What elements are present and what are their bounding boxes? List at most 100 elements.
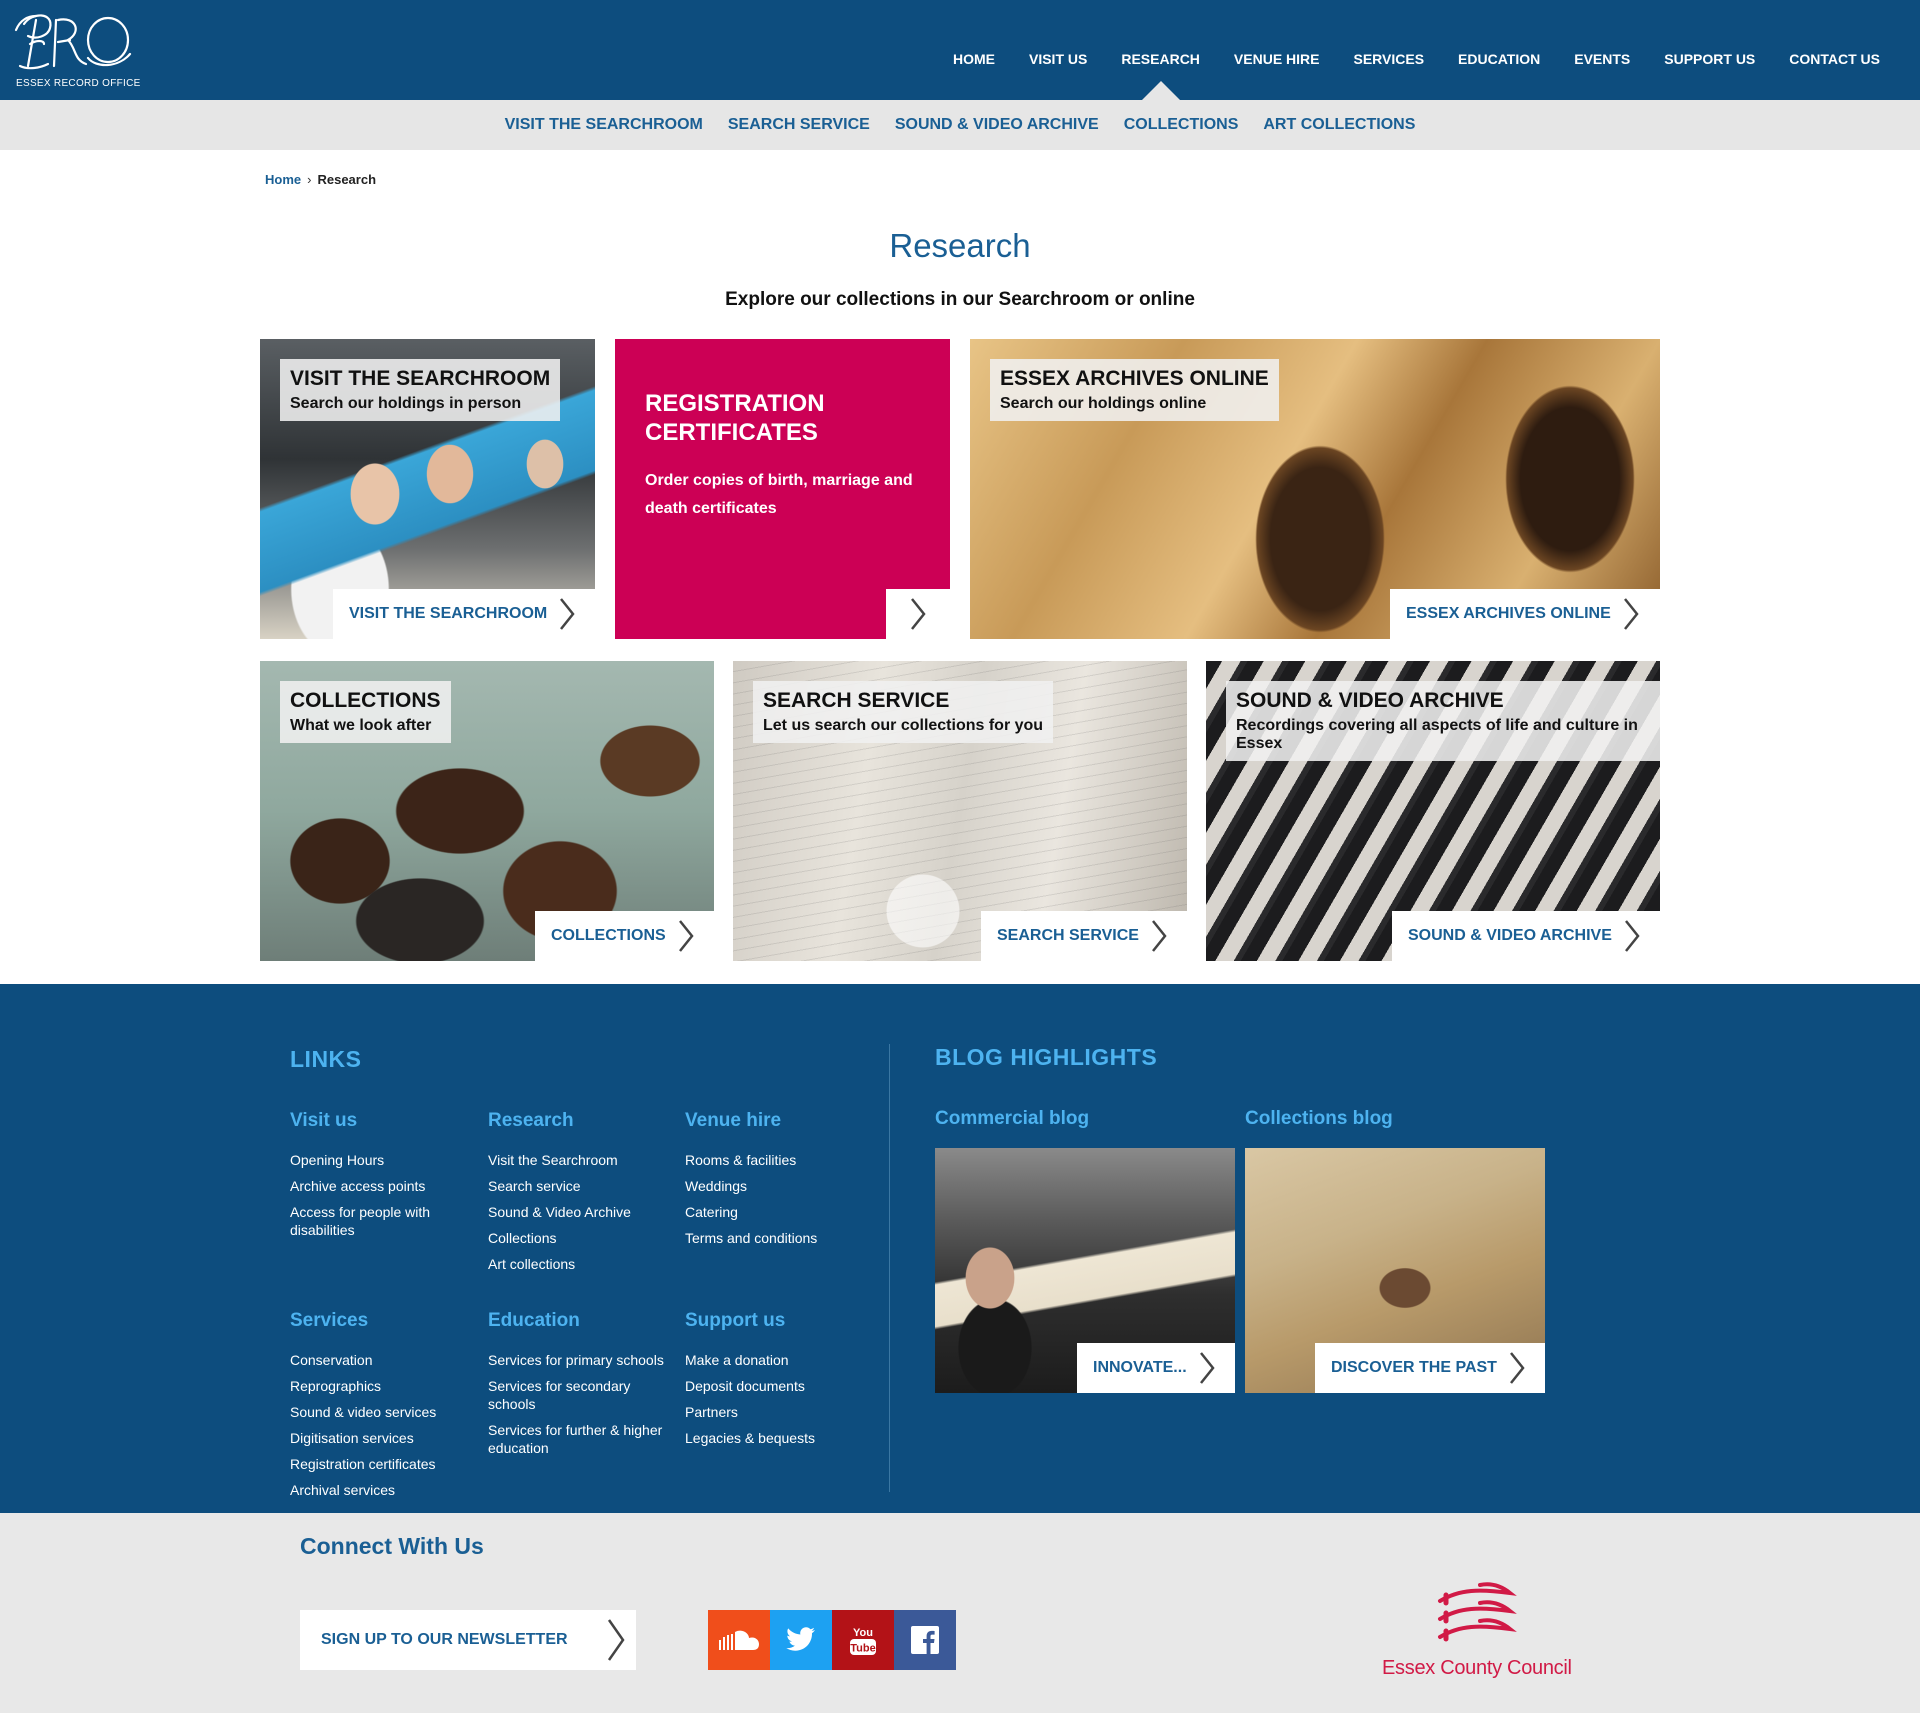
footer-link[interactable]: Archive access points (290, 1177, 480, 1195)
footer-link[interactable]: Reprographics (290, 1377, 480, 1395)
breadcrumb: Home › Research (265, 172, 376, 187)
twitter-button[interactable] (770, 1610, 832, 1670)
youtube-button[interactable]: You Tube (832, 1610, 894, 1670)
nav-venue-hire[interactable]: VENUE HIRE (1217, 0, 1337, 100)
footer-link[interactable]: Digitisation services (290, 1429, 480, 1447)
footer-link[interactable]: Rooms & facilities (685, 1151, 875, 1169)
chevron-right-icon (1151, 920, 1167, 952)
soundcloud-button[interactable] (708, 1610, 770, 1670)
footer-column-title[interactable]: Venue hire (685, 1110, 875, 1132)
nav-support-us[interactable]: SUPPORT US (1647, 0, 1772, 100)
blog-collections: Collections blog DISCOVER THE PAST (1245, 1108, 1545, 1393)
footer-link[interactable]: Art collections (488, 1255, 678, 1273)
tile-link[interactable]: SOUND & VIDEO ARCHIVE (1392, 911, 1660, 961)
tile-caption: ESSEX ARCHIVES ONLINE Search our holding… (990, 359, 1279, 421)
footer-link[interactable]: Services for secondary schools (488, 1377, 648, 1413)
tile-title: VISIT THE SEARCHROOM (290, 367, 551, 390)
tile-visit-the-searchroom[interactable]: VISIT THE SEARCHROOM Search our holdings… (260, 339, 595, 639)
tile-title: SEARCH SERVICE (763, 689, 950, 712)
tile-sound-video-archive[interactable]: SOUND & VIDEO ARCHIVE Recordings coverin… (1206, 661, 1660, 961)
nav-education[interactable]: EDUCATION (1441, 0, 1557, 100)
footer-link[interactable]: Sound & video services (290, 1403, 480, 1421)
subnav-art-collections[interactable]: ART COLLECTIONS (1251, 116, 1428, 134)
facebook-button[interactable] (894, 1610, 956, 1670)
footer-link[interactable]: Make a donation (685, 1351, 875, 1369)
footer-link[interactable]: Partners (685, 1403, 875, 1421)
connect-section: Connect With Us SIGN UP TO OUR NEWSLETTE… (0, 1513, 1920, 1713)
footer-link[interactable]: Visit the Searchroom (488, 1151, 678, 1169)
footer-link[interactable]: Services for further & higher education (488, 1421, 678, 1457)
nav-research[interactable]: RESEARCH (1104, 0, 1217, 100)
essex-county-council-logo[interactable]: Essex County Council (1380, 1581, 1580, 1681)
tile-link[interactable]: COLLECTIONS (535, 911, 714, 961)
newsletter-signup-button[interactable]: SIGN UP TO OUR NEWSLETTER (300, 1610, 636, 1670)
footer-link[interactable]: Deposit documents (685, 1377, 875, 1395)
tile-link-label: VISIT THE SEARCHROOM (349, 605, 548, 622)
footer-column-title[interactable]: Research (488, 1110, 678, 1132)
tile-link[interactable]: VISIT THE SEARCHROOM (333, 589, 595, 639)
chevron-right-icon (911, 598, 926, 630)
blog-title[interactable]: Commercial blog (935, 1108, 1235, 1130)
tile-link[interactable] (886, 589, 950, 639)
footer-column-title[interactable]: Services (290, 1310, 480, 1332)
blog-card-commercial[interactable]: INNOVATE... (935, 1148, 1235, 1393)
breadcrumb-home-link[interactable]: Home (265, 172, 301, 187)
nav-contact-us[interactable]: CONTACT US (1772, 0, 1920, 100)
tile-search-service[interactable]: SEARCH SERVICE Let us search our collect… (733, 661, 1187, 961)
essex-record-office-logo[interactable]: ESSEX RECORD OFFICE (14, 10, 144, 92)
footer-link[interactable]: Sound & Video Archive (488, 1203, 678, 1221)
footer-link[interactable]: Archival services (290, 1481, 480, 1499)
tile-collections[interactable]: COLLECTIONS What we look after COLLECTIO… (260, 661, 714, 961)
tile-link[interactable]: ESSEX ARCHIVES ONLINE (1390, 589, 1660, 639)
footer-column-support-us: Support us Make a donation Deposit docum… (685, 1310, 875, 1455)
footer-column-venue-hire: Venue hire Rooms & facilities Weddings C… (685, 1110, 875, 1255)
connect-heading: Connect With Us (300, 1533, 484, 1559)
blog-link[interactable]: INNOVATE... (1077, 1343, 1235, 1393)
subnav-visit-the-searchroom[interactable]: VISIT THE SEARCHROOM (492, 116, 715, 134)
sub-navigation: VISIT THE SEARCHROOM SEARCH SERVICE SOUN… (0, 100, 1920, 150)
tile-caption: VISIT THE SEARCHROOM Search our holdings… (280, 359, 561, 421)
facebook-icon (911, 1626, 939, 1654)
tile-title: COLLECTIONS (290, 689, 441, 712)
nav-home[interactable]: HOME (936, 0, 1012, 100)
chevron-right-icon (560, 598, 575, 630)
tile-essex-archives-online[interactable]: ESSEX ARCHIVES ONLINE Search our holding… (970, 339, 1660, 639)
footer-link[interactable]: Catering (685, 1203, 875, 1221)
footer-link[interactable]: Weddings (685, 1177, 875, 1195)
footer-link[interactable]: Registration certificates (290, 1455, 480, 1473)
council-name: Essex County Council (1382, 1657, 1572, 1679)
ero-monogram-icon (14, 14, 132, 70)
blog-title[interactable]: Collections blog (1245, 1108, 1545, 1130)
tile-subtitle: Search our holdings in person (290, 395, 522, 412)
tile-registration-certificates[interactable]: REGISTRATION CERTIFICATES Order copies o… (615, 339, 950, 639)
tile-link[interactable]: SEARCH SERVICE (981, 911, 1187, 961)
chevron-right-icon (607, 1619, 625, 1661)
nav-events[interactable]: EVENTS (1557, 0, 1647, 100)
main-navigation: HOME VISIT US RESEARCH VENUE HIRE SERVIC… (936, 0, 1920, 100)
tile-caption: SEARCH SERVICE Let us search our collect… (753, 681, 1054, 743)
subnav-collections[interactable]: COLLECTIONS (1111, 116, 1251, 134)
tile-link-label: SEARCH SERVICE (997, 927, 1139, 944)
footer-link[interactable]: Services for primary schools (488, 1351, 678, 1369)
blog-link-label: DISCOVER THE PAST (1331, 1359, 1497, 1376)
footer-column-title[interactable]: Visit us (290, 1110, 480, 1132)
footer-link[interactable]: Collections (488, 1229, 678, 1247)
nav-visit-us[interactable]: VISIT US (1012, 0, 1104, 100)
subnav-sound-video-archive[interactable]: SOUND & VIDEO ARCHIVE (882, 116, 1111, 134)
footer-link[interactable]: Conservation (290, 1351, 480, 1369)
footer-link[interactable]: Access for people with disabilities (290, 1203, 450, 1239)
blog-link[interactable]: DISCOVER THE PAST (1315, 1343, 1545, 1393)
footer-column-title[interactable]: Education (488, 1310, 678, 1332)
footer-link[interactable]: Opening Hours (290, 1151, 480, 1169)
footer-links-section: LINKS BLOG HIGHLIGHTS Visit us Opening H… (0, 984, 1920, 1513)
footer-link[interactable]: Search service (488, 1177, 678, 1195)
tile-description: Order copies of birth, marriage and deat… (645, 472, 913, 517)
blog-card-collections[interactable]: DISCOVER THE PAST (1245, 1148, 1545, 1393)
nav-services[interactable]: SERVICES (1337, 0, 1442, 100)
footer-column-title[interactable]: Support us (685, 1310, 875, 1332)
blog-highlights-heading: BLOG HIGHLIGHTS (935, 1044, 1158, 1070)
footer-column-visit-us: Visit us Opening Hours Archive access po… (290, 1110, 480, 1247)
footer-link[interactable]: Terms and conditions (685, 1229, 875, 1247)
footer-link[interactable]: Legacies & bequests (685, 1429, 875, 1447)
subnav-search-service[interactable]: SEARCH SERVICE (715, 116, 882, 134)
